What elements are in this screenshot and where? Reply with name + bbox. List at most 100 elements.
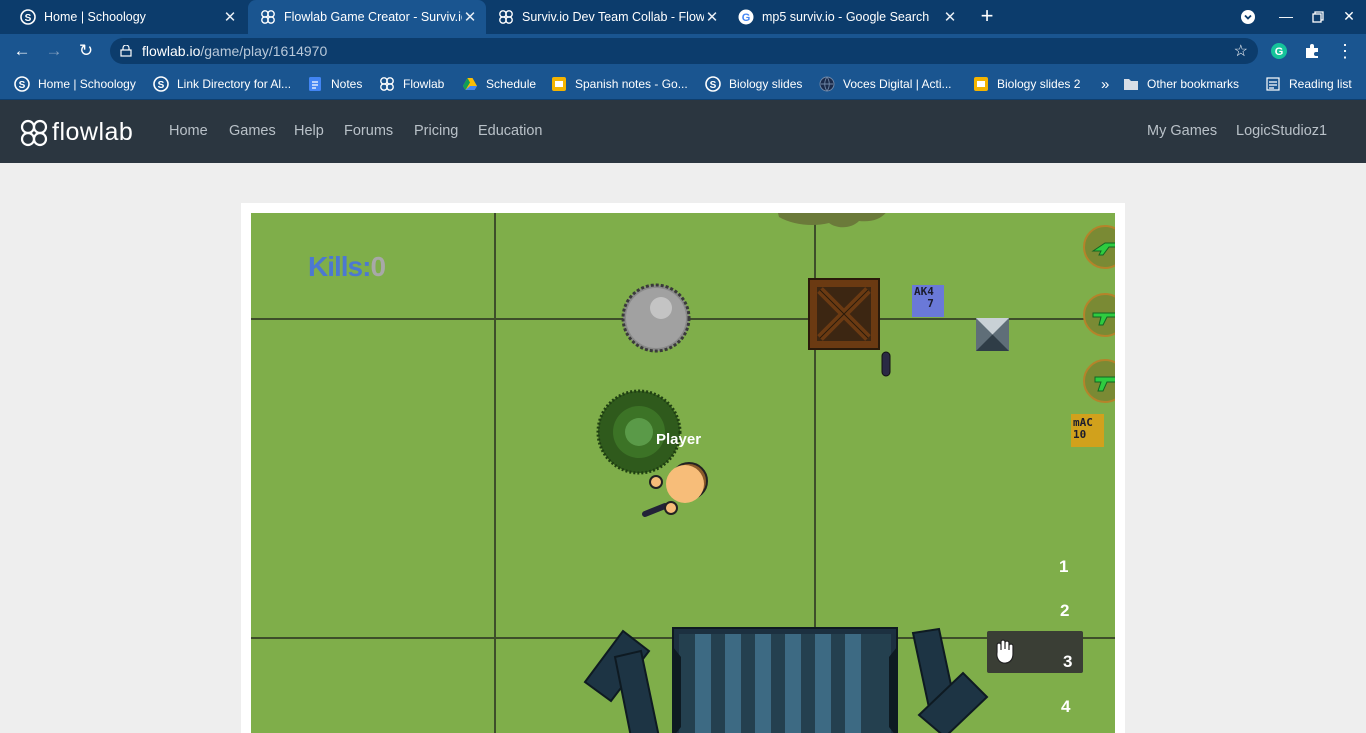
bookmark-biology-slides-2[interactable]: Biology slides 2 — [973, 75, 1080, 93]
nav-home[interactable]: Home — [169, 123, 208, 139]
extensions-puzzle-icon[interactable] — [1303, 42, 1321, 60]
nav-games[interactable]: Games — [229, 123, 276, 139]
metal-barrier — [976, 318, 1009, 351]
tab-google-search[interactable]: G mp5 surviv.io - Google Search ✕ — [728, 0, 966, 34]
bookmarks-overflow-icon[interactable]: » — [1101, 75, 1109, 93]
url-host: flowlab.io — [142, 43, 201, 59]
address-bar[interactable]: flowlab.io/game/play/1614970 ☆ — [110, 38, 1258, 64]
bookmark-label: Biology slides 2 — [997, 77, 1081, 91]
flowlab-logo-icon — [20, 119, 48, 146]
close-icon[interactable]: ✕ — [704, 8, 720, 26]
kills-label: Kills: — [308, 251, 371, 282]
tab-schoology[interactable]: S Home | Schoology ✕ — [0, 0, 246, 34]
google-icon: G — [738, 9, 754, 25]
inventory-slot-2[interactable]: 2 — [1060, 601, 1069, 621]
player-character — [642, 462, 708, 517]
tab-title: Home | Schoology — [44, 10, 146, 24]
bookmark-notes[interactable]: Notes — [307, 75, 362, 93]
svg-text:S: S — [710, 80, 717, 91]
reading-list[interactable]: Reading list — [1265, 75, 1352, 93]
schoology-icon: S — [20, 9, 36, 25]
bookmark-other-bookmarks[interactable]: Other bookmarks — [1123, 75, 1239, 93]
bookmark-label: Home | Schoology — [38, 77, 136, 91]
close-icon[interactable]: ✕ — [462, 8, 478, 26]
docs-icon — [309, 77, 321, 91]
ammo-pickup — [881, 351, 891, 377]
shipping-container — [583, 627, 989, 733]
bookmark-label: Reading list — [1289, 77, 1352, 91]
bookmark-schedule[interactable]: Schedule — [462, 75, 536, 93]
svg-text:G: G — [742, 12, 751, 24]
forward-arrow-icon[interactable]: → — [42, 39, 66, 63]
site-info-icon[interactable] — [120, 45, 132, 57]
loot-weapon[interactable] — [1083, 359, 1115, 403]
wooden-crate — [808, 278, 880, 350]
logo-wordmark: flowlab — [52, 118, 134, 146]
nav-user-account[interactable]: LogicStudioz1 — [1236, 123, 1327, 139]
bookmark-link-directory[interactable]: S Link Directory for Al... — [153, 75, 291, 93]
loot-weapon[interactable] — [1083, 225, 1115, 269]
svg-text:S: S — [25, 13, 32, 24]
address-toolbar: ← → ↻ flowlab.io/game/play/1614970 ☆ G ⋮ — [0, 34, 1366, 68]
stone-rock — [621, 283, 691, 353]
reload-icon[interactable]: ↻ — [74, 39, 98, 63]
menu-dots-icon[interactable]: ⋮ — [1333, 39, 1357, 63]
nav-education[interactable]: Education — [478, 123, 543, 139]
flowlab-icon — [499, 10, 513, 24]
grid-line — [494, 213, 496, 733]
grammarly-icon[interactable]: G — [1270, 42, 1288, 60]
kills-value: 0 — [370, 251, 386, 282]
bookmark-label: Biology slides — [729, 77, 803, 91]
nav-my-games[interactable]: My Games — [1147, 123, 1217, 139]
bookmark-home-schoology[interactable]: S Home | Schoology — [14, 75, 136, 93]
back-arrow-icon[interactable]: ← — [10, 39, 34, 63]
close-window-icon[interactable]: ✕ — [1332, 0, 1366, 34]
nav-help[interactable]: Help — [294, 123, 324, 139]
weapon-ak-marker: AK4 7 — [912, 285, 944, 317]
flowlab-icon — [261, 10, 275, 24]
svg-text:S: S — [158, 80, 165, 91]
tab-flowlab-game[interactable]: Flowlab Game Creator - Surviv.io ✕ — [248, 0, 486, 34]
kills-counter: Kills:0 — [308, 251, 386, 283]
bookmark-spanish-notes[interactable]: Spanish notes - Go... — [551, 75, 688, 93]
pistol-icon — [1094, 376, 1115, 392]
new-tab-button[interactable]: + — [976, 5, 998, 28]
bookmarks-bar: S Home | Schoology S Link Directory for … — [0, 68, 1366, 100]
bush-top — [778, 213, 886, 228]
close-icon[interactable]: ✕ — [222, 8, 238, 26]
slides-icon — [974, 77, 988, 91]
nav-pricing[interactable]: Pricing — [414, 123, 458, 139]
nav-forums[interactable]: Forums — [344, 123, 393, 139]
bookmark-flowlab[interactable]: Flowlab — [379, 75, 444, 93]
tab-search-icon[interactable] — [1231, 0, 1265, 34]
schoology-icon: S — [705, 76, 721, 92]
tab-strip: S Home | Schoology ✕ Flowlab Game Creato… — [0, 0, 1366, 34]
globe-icon — [819, 76, 835, 92]
tab-dev-team[interactable]: Surviv.io Dev Team Collab - Flow ✕ — [486, 0, 728, 34]
weapon-mac10-marker: mAC 10 — [1071, 414, 1104, 447]
flowlab-logo[interactable]: flowlab — [20, 118, 133, 147]
minimize-icon[interactable]: — — [1269, 0, 1303, 34]
inventory-slot-1[interactable]: 1 — [1059, 557, 1068, 577]
url-path: /game/play/1614970 — [200, 43, 328, 59]
bookmark-voces-digital[interactable]: Voces Digital | Acti... — [819, 75, 952, 93]
svg-text:G: G — [1275, 46, 1284, 58]
close-icon[interactable]: ✕ — [942, 8, 958, 26]
bookmark-label: Schedule — [486, 77, 537, 91]
tab-title: Surviv.io Dev Team Collab - Flow — [522, 10, 704, 24]
inventory-slot-4[interactable]: 4 — [1061, 697, 1070, 717]
game-canvas[interactable]: Kills:0 AK4 7 mAC 10 Player 1 2 3 4 — [251, 213, 1115, 733]
bookmark-biology-slides[interactable]: S Biology slides — [705, 75, 802, 93]
slides-icon — [552, 77, 566, 91]
loot-weapon[interactable] — [1083, 293, 1115, 337]
restore-icon[interactable] — [1301, 0, 1335, 34]
bookmark-star-icon[interactable]: ☆ — [1234, 41, 1248, 61]
inventory-slot-selected[interactable]: 3 — [987, 631, 1083, 673]
inventory-slot-3: 3 — [1063, 652, 1073, 671]
tab-title: Flowlab Game Creator - Surviv.io — [284, 10, 462, 24]
url-text: flowlab.io/game/play/1614970 — [142, 43, 327, 59]
bookmark-label: Flowlab — [403, 77, 445, 91]
drive-icon — [463, 78, 477, 90]
schoology-icon: S — [153, 76, 169, 92]
player-name-label: Player — [656, 431, 702, 448]
